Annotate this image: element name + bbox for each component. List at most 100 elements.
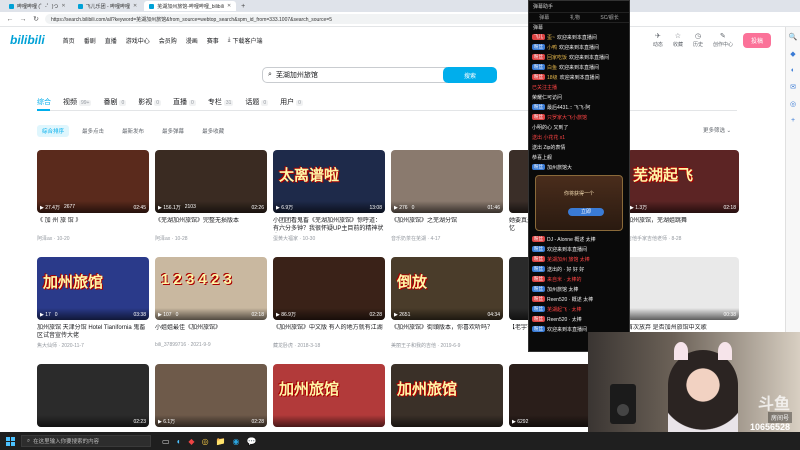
qq-icon[interactable]: ◉ [233,437,240,446]
video-thumbnail[interactable]: 太离谱啦 ▶ 6.9万 13:08 [273,150,385,213]
tab-video[interactable]: 视频 99+ [63,97,92,107]
tab-topics[interactable]: 话题 0 [245,97,269,107]
tab-all[interactable]: 综合 [37,97,51,107]
search-button[interactable]: 搜索 [443,67,497,83]
tab-live[interactable]: 直播 0 [173,97,196,107]
video-author[interactable]: 藏龙卧虎 · 2018-3-18 [273,342,385,349]
video-author[interactable]: 音乐奶茶在芜湖 · 4-17 [391,235,503,242]
video-card[interactable]: 00:38 首次放弃 是否加州旅馆中文歌 [627,257,739,342]
filter-most-favorites[interactable]: 最多收藏 [197,125,229,137]
nav-home[interactable]: 首页 [63,36,75,45]
video-thumbnail[interactable]: ▶ 86.9万 02:28 [273,257,385,320]
gift-claim-button[interactable]: 立即 [568,208,604,216]
chat-username[interactable]: 18级 [547,74,558,81]
app-icon[interactable]: ◆ [188,437,194,446]
video-card[interactable]: 太离谱啦 ▶ 6.9万 13:08 小团团看鬼畜《芜湖加州旅馆》惊呼道：有六分多钟？我… [273,150,385,242]
upload-button[interactable]: 投稿 [742,32,771,48]
video-title[interactable]: 《加州旅馆》中文版 有人的地方就有江湖 [273,324,385,340]
chat-tab-sc[interactable]: SC/舰长 [600,14,618,21]
sidebar-tag-icon[interactable]: ◆ [790,50,795,58]
filter-most-clicks[interactable]: 最多点击 [77,125,109,137]
tab-bangumi[interactable]: 番剧 0 [103,97,127,107]
video-card[interactable]: ▶ 156.1万 2103 02:26 《芜湖加州旅馆》完整无损版本 阿泽ax · 10… [155,150,267,242]
sidebar-search-icon[interactable]: 🔍 [789,33,798,41]
video-thumbnail[interactable]: 加州旅馆 ▶ 17 0 03:38 [37,257,149,320]
chrome-icon[interactable]: ◎ [202,437,209,446]
chat-username[interactable]: 白鱼 [547,64,557,71]
new-tab-button[interactable]: + [238,3,248,10]
chat-username[interactable]: 小鸭 [547,44,557,51]
video-card[interactable]: ▶ 86.9万 02:28 《加州旅馆》中文版 有人的地方就有江湖藏龙卧虎 · 20… [273,257,385,349]
sidebar-circle-icon[interactable]: ◎ [790,100,796,108]
video-author[interactable]: 焦大仙师 · 2020-11-7 [37,342,149,349]
close-icon[interactable]: ✕ [227,3,231,9]
video-thumbnail[interactable]: 加州旅馆 [391,364,503,427]
close-icon[interactable]: ✕ [133,3,137,9]
download-client-link[interactable]: ⤓ 下载客户端 [228,36,263,45]
video-title[interactable]: 加州旅馆 天津分馆 Hotel Tianifornia 鬼畜区试音宣传大佬 [37,324,149,340]
search-input[interactable]: ⌕ 芜湖加州旅馆 [262,67,447,83]
wechat-icon[interactable]: 💬 [247,437,257,446]
video-card[interactable]: 加州旅馆 ▶ 17 0 03:38 加州旅馆 天津分馆 Hotel Tianiforni… [37,257,149,349]
history-button[interactable]: ◷ 历史 [693,32,703,48]
nav-mall[interactable]: 会员购 [159,36,177,45]
nav-bangumi[interactable]: 番剧 [84,36,96,45]
folder-icon[interactable]: 📁 [216,437,226,446]
video-title[interactable]: 加州旅馆，芜湖姐跳舞 [627,217,739,233]
bilibili-logo[interactable]: bilibili [10,33,45,47]
video-author[interactable]: 吉他手家吉他老师 · 8-28 [627,235,739,242]
tab-articles[interactable]: 专栏 31 [208,97,234,107]
video-thumbnail[interactable]: ▶ 276 0 01:46 [391,150,503,213]
video-thumbnail[interactable]: 倒放 ▶ 2651 04:34 [391,257,503,320]
video-title[interactable]: 《 加 州 旅 馆 》 [37,217,149,233]
tab-users[interactable]: 用户 0 [280,97,303,107]
windows-start-icon[interactable] [6,436,15,446]
video-card[interactable]: 倒放 ▶ 2651 04:34 《加州旅馆》街頭版本，你喜欢听吗？ 美丽王子和我的吉他 … [391,257,503,349]
video-thumbnail[interactable]: 芜湖起飞 ▶ 1.3万 02:18 [627,150,739,213]
sidebar-mail-icon[interactable]: ✉ [790,83,796,91]
video-thumbnail[interactable]: ▶ 27.4万 2677 02:45 [37,150,149,213]
close-icon[interactable]: ✕ [61,3,65,9]
tab-movies[interactable]: 影视 0 [138,97,162,107]
video-author[interactable]: 蛋黄大福家 · 10-30 [273,235,385,242]
filter-newest[interactable]: 最新发布 [117,125,149,137]
video-author[interactable]: 阿泽ax · 10-20 [37,235,149,242]
creator-center-button[interactable]: ✎ 创作中心 [713,32,733,48]
video-thumbnail[interactable]: ▶ 6.1万 02:28 [155,364,267,427]
video-thumbnail[interactable]: 加州旅馆 [273,364,385,427]
video-title[interactable]: 小姐姐最佳《加州旅馆》 [155,324,267,340]
video-author[interactable]: 阿泽ax · 10-28 [155,235,267,242]
video-title[interactable]: 小团团看鬼畜《芜湖加州旅馆》惊呼道：有六分多钟？我很怀疑UP主目前的精神状态 [273,217,385,233]
more-filters-button[interactable]: 更多筛选 ⌄ [703,126,731,134]
sidebar-add-icon[interactable]: + [791,117,795,124]
favorites-button[interactable]: ☆ 收藏 [673,32,683,48]
nav-manga[interactable]: 漫画 [186,36,198,45]
video-title[interactable]: 《加州旅馆》之芜湖分馆 [391,217,503,233]
video-author[interactable]: bili_37899716 · 2021-9-9 [155,342,267,348]
video-title[interactable]: 《芜湖加州旅馆》完整无损版本 [155,217,267,233]
filter-default-sort[interactable]: 综合排序 [37,125,70,137]
reload-button[interactable]: ↻ [32,15,40,23]
task-view-icon[interactable]: ▭ [162,437,170,446]
browser-tab[interactable]: 哔哩哔哩 (゜-゜)つ ✕ [4,1,71,11]
chat-tab-gifts[interactable]: 礼物 [570,14,580,21]
chat-username[interactable]: 歪~ [547,34,555,41]
chat-username[interactable]: 回家吃饭 [547,54,567,61]
chat-tab-danmaku[interactable]: 弹幕 [539,14,549,21]
nav-esports[interactable]: 赛事 [207,36,219,45]
video-thumbnail[interactable]: 00:38 [627,257,739,320]
url-field[interactable]: https://search.bilibili.com/all?keyword=… [45,14,535,24]
forward-button[interactable]: → [19,16,27,23]
video-card[interactable]: 芜湖起飞 ▶ 1.3万 02:18 加州旅馆，芜湖姐跳舞吉他手家吉他老师 · 8-28 [627,150,739,242]
video-author[interactable]: 美丽王子和我的吉他 · 2019-6-9 [391,342,503,349]
browser-tab[interactable]: 飞儿乐团 - 哔哩哔哩 ✕ [73,1,143,11]
video-card[interactable]: ▶ 27.4万 2677 02:45 《 加 州 旅 馆 》阿泽ax · 10-20 [37,150,149,242]
video-thumbnail[interactable]: 02:23 [37,364,149,427]
video-card[interactable]: 1 2 3 4 2 3 ▶ 107 0 02:18 小姐姐最佳《加州旅馆》 bili_37… [155,257,267,348]
video-thumbnail[interactable]: 1 2 3 4 2 3 ▶ 107 0 02:18 [155,257,267,320]
nav-game-center[interactable]: 游戏中心 [126,36,150,45]
edge-icon[interactable]: ◐ [177,437,182,446]
video-title[interactable]: 《加州旅馆》街頭版本，你喜欢听吗？ [391,324,503,340]
sidebar-games-icon[interactable]: ◐ [791,67,795,74]
filter-most-danmaku[interactable]: 最多弹幕 [157,125,189,137]
